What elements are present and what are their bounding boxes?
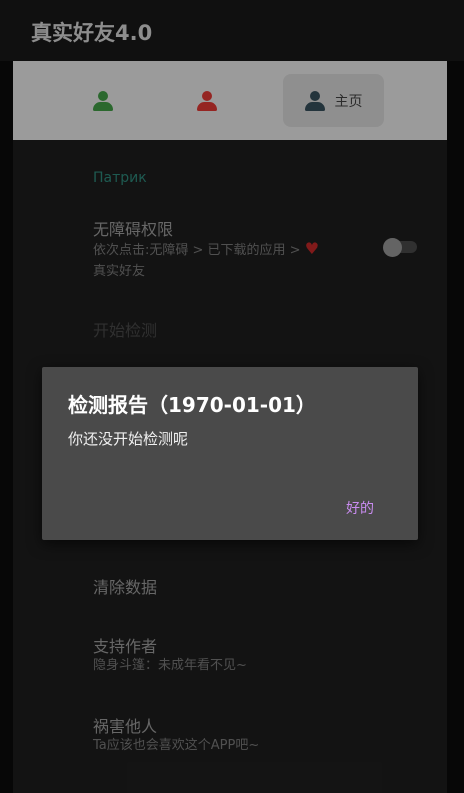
detection-report-dialog: 检测报告（1970-01-01） 你还没开始检测呢 好的 bbox=[42, 367, 418, 540]
dialog-message: 你还没开始检测呢 bbox=[68, 430, 189, 448]
ok-button[interactable]: 好的 bbox=[346, 498, 374, 518]
dialog-title: 检测报告（1970-01-01） bbox=[68, 393, 316, 417]
